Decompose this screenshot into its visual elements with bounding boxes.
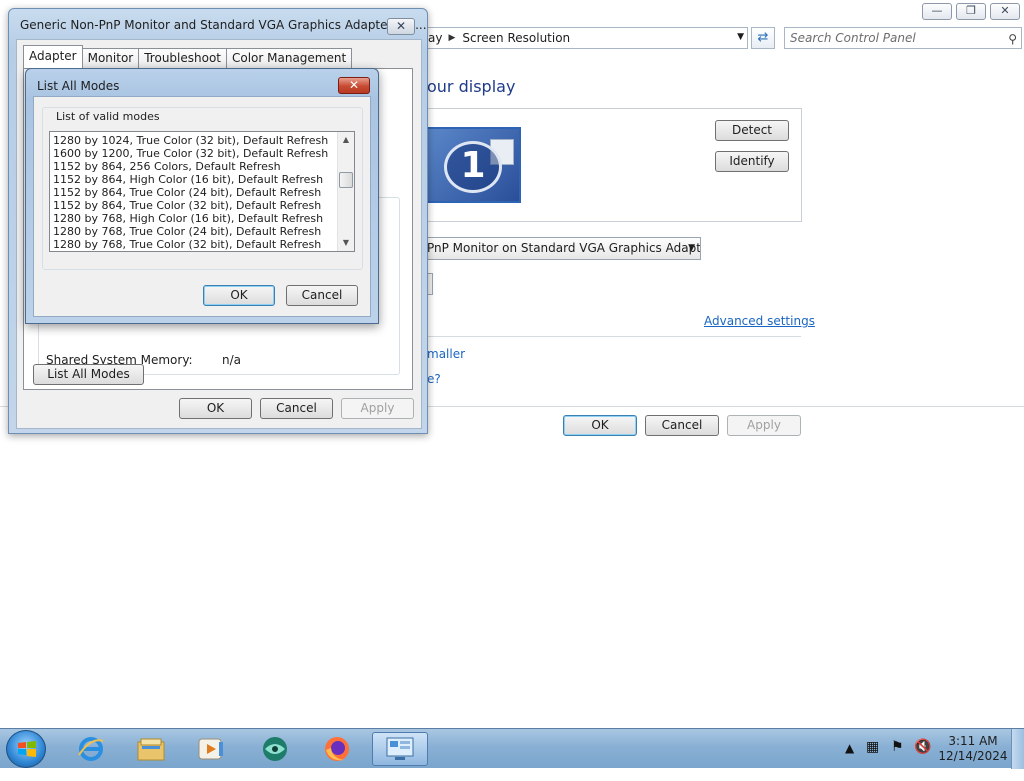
list-item[interactable]: 1280 by 768, High Color (16 bit), Defaul… — [53, 212, 323, 225]
address-dropdown-icon[interactable]: ▼ — [737, 32, 744, 42]
dialog-title: Generic Non-PnP Monitor and Standard VGA… — [20, 18, 427, 32]
divider — [410, 336, 801, 337]
clock[interactable]: 3:11 AM 12/14/2024 — [938, 734, 1008, 764]
scroll-up-icon[interactable]: ▲ — [338, 132, 354, 148]
chevron-down-icon: ▼ — [688, 243, 695, 253]
dialog-title: List All Modes — [37, 79, 120, 93]
settings-help-link[interactable]: e? — [427, 372, 441, 386]
firefox-icon[interactable] — [312, 732, 362, 766]
vertical-scrollbar[interactable]: ▲ ▼ — [337, 132, 354, 251]
refresh-icon: ⇄ — [757, 30, 769, 45]
app-icon[interactable] — [250, 732, 300, 766]
breadcrumb-parent[interactable]: ay — [428, 31, 442, 45]
breadcrumb-separator-icon: ▶ — [448, 33, 456, 43]
refresh-button[interactable]: ⇄ — [751, 27, 775, 49]
tab-strip: Adapter Monitor Troubleshoot Color Manag… — [23, 45, 353, 68]
shared-memory-value: n/a — [222, 353, 242, 367]
address-bar[interactable]: ay ▶ Screen Resolution ▼ — [425, 27, 748, 49]
page-title: our display — [427, 77, 516, 96]
clock-time: 3:11 AM — [948, 734, 998, 748]
tab-color-management[interactable]: Color Management — [226, 48, 353, 68]
minimize-button[interactable]: — — [922, 3, 952, 20]
ok-button[interactable]: OK — [179, 398, 252, 419]
internet-explorer-icon[interactable] — [66, 732, 116, 766]
display-select-value: PnP Monitor on Standard VGA Graphics Ada… — [427, 241, 701, 255]
dialog-body: List of valid modes 1280 by 1024, True C… — [33, 96, 371, 317]
ok-button[interactable]: OK — [203, 285, 275, 306]
scroll-thumb[interactable] — [339, 172, 353, 188]
display-select[interactable]: PnP Monitor on Standard VGA Graphics Ada… — [410, 237, 701, 260]
volume-muted-icon[interactable]: 🔇 — [914, 739, 931, 779]
search-input[interactable]: Search Control Panel ⚲ — [784, 27, 1022, 49]
list-item[interactable]: 1152 by 864, True Color (24 bit), Defaul… — [53, 186, 321, 199]
close-button[interactable]: ✕ — [338, 77, 370, 94]
monitor-number: 1 — [444, 141, 502, 193]
list-all-modes-button[interactable]: List All Modes — [33, 364, 144, 385]
tab-monitor[interactable]: Monitor — [81, 48, 140, 68]
list-item[interactable]: 1280 by 768, True Color (32 bit), Defaul… — [53, 238, 321, 251]
search-icon[interactable]: ⚲ — [1008, 29, 1017, 49]
ok-button[interactable]: OK — [563, 415, 637, 436]
clock-date: 12/14/2024 — [938, 749, 1008, 763]
tab-troubleshoot[interactable]: Troubleshoot — [138, 48, 227, 68]
monitor-1-icon[interactable]: 1 — [424, 127, 521, 203]
modes-listbox[interactable]: 1280 by 1024, True Color (32 bit), Defau… — [49, 131, 355, 252]
list-all-modes-dialog: List All Modes ✕ List of valid modes 128… — [25, 68, 379, 324]
cancel-button[interactable]: Cancel — [645, 415, 719, 436]
taskbar: ▲ ▦ ⚑ 🔇 3:11 AM 12/14/2024 — [0, 728, 1024, 769]
list-item[interactable]: 1152 by 864, 256 Colors, Default Refresh — [53, 160, 281, 173]
network-icon[interactable]: ▦ — [866, 739, 879, 779]
identify-button[interactable]: Identify — [715, 151, 789, 172]
apply-button: Apply — [341, 398, 414, 419]
search-placeholder: Search Control Panel — [790, 31, 916, 45]
window-caption-buttons: — ❐ ✕ — [922, 3, 1020, 20]
cancel-button[interactable]: Cancel — [260, 398, 333, 419]
control-panel-icon[interactable] — [372, 732, 428, 766]
media-player-icon[interactable] — [186, 732, 236, 766]
apply-button: Apply — [727, 415, 801, 436]
show-desktop-button[interactable] — [1011, 729, 1024, 769]
show-hidden-icons-icon[interactable]: ▲ — [845, 741, 854, 781]
tab-adapter[interactable]: Adapter — [23, 45, 83, 68]
cancel-button[interactable]: Cancel — [286, 285, 358, 306]
detect-button[interactable]: Detect — [715, 120, 789, 141]
restore-button[interactable]: ❐ — [956, 3, 986, 20]
file-explorer-icon[interactable] — [126, 732, 176, 766]
action-center-flag-icon[interactable]: ⚑ — [891, 739, 904, 779]
close-button[interactable]: ✕ — [387, 18, 415, 35]
close-icon: ✕ — [348, 78, 360, 92]
advanced-settings-link[interactable]: Advanced settings — [704, 314, 815, 328]
close-button[interactable]: ✕ — [990, 3, 1020, 20]
list-item[interactable]: 1280 by 768, True Color (24 bit), Defaul… — [53, 225, 321, 238]
list-item[interactable]: 1600 by 1200, True Color (32 bit), Defau… — [53, 147, 328, 160]
list-item[interactable]: 1280 by 1024, True Color (32 bit), Defau… — [53, 134, 328, 147]
breadcrumb-current[interactable]: Screen Resolution — [462, 31, 570, 45]
group-label: List of valid modes — [53, 110, 163, 123]
text-size-link[interactable]: maller — [427, 347, 465, 361]
close-icon: ✕ — [395, 19, 407, 33]
windows-logo-icon — [18, 741, 36, 757]
list-item[interactable]: 1152 by 864, True Color (32 bit), Defaul… — [53, 199, 321, 212]
list-item[interactable]: 1152 by 864, High Color (16 bit), Defaul… — [53, 173, 323, 186]
start-button[interactable] — [6, 730, 46, 768]
scroll-down-icon[interactable]: ▼ — [338, 235, 354, 251]
